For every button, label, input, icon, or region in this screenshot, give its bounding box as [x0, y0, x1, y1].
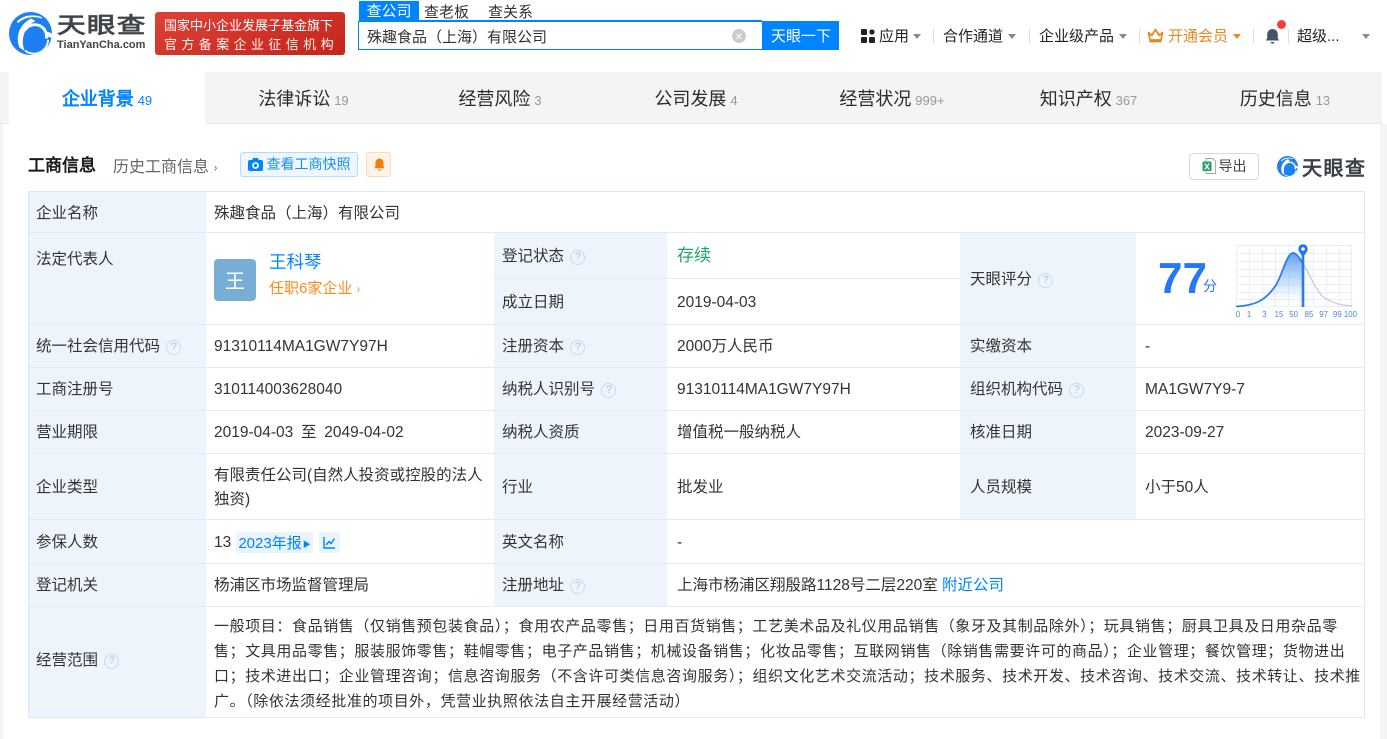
svg-text:99: 99	[1333, 309, 1342, 319]
svg-text:3: 3	[1262, 309, 1266, 319]
svg-text:97: 97	[1319, 309, 1328, 319]
svg-text:85: 85	[1305, 309, 1314, 319]
svg-text:50: 50	[1289, 309, 1298, 319]
svg-text:0: 0	[1236, 309, 1241, 319]
svg-text:100: 100	[1344, 309, 1358, 319]
svg-text:15: 15	[1275, 309, 1284, 319]
svg-text:1: 1	[1247, 309, 1251, 319]
